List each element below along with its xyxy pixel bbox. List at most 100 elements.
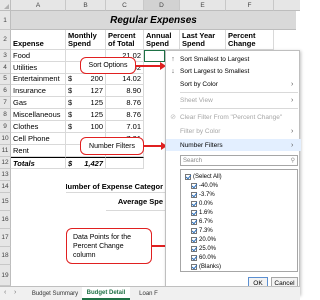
callout-number-filters: Number Filters xyxy=(80,137,144,155)
row-header[interactable]: 5 xyxy=(0,73,11,85)
totals-cell[interactable]: $1,427 xyxy=(66,157,106,169)
header-percent-change[interactable]: Percent Change xyxy=(226,30,274,50)
filter-item[interactable]: 6.7% xyxy=(191,218,213,227)
currency-symbol: $ xyxy=(68,110,73,119)
header-annual-spend[interactable]: Annual Spend xyxy=(144,30,180,50)
tab-loan[interactable]: Loan F xyxy=(132,287,165,300)
totals-label[interactable]: Totals xyxy=(11,157,66,169)
menu-sort-ascending[interactable]: ↑ Sort Smallest to Largest xyxy=(166,53,301,65)
menu-sheet-view[interactable]: Sheet View › xyxy=(166,94,301,106)
expense-cell[interactable]: Cell Phone xyxy=(11,133,66,145)
filter-item[interactable]: 7.3% xyxy=(191,227,213,236)
row-header[interactable]: 4 xyxy=(0,62,11,74)
filter-item[interactable]: 20.0% xyxy=(191,236,216,245)
monthly-cell[interactable]: $127 xyxy=(66,85,106,97)
checkbox-checked-icon[interactable] xyxy=(191,210,197,217)
row-header[interactable]: 11 xyxy=(0,145,11,157)
tab-next-icon[interactable]: › xyxy=(14,289,16,296)
tab-budget-detail[interactable]: Budget Detail xyxy=(82,287,130,300)
column-header-a[interactable]: A xyxy=(11,0,66,11)
tab-prev-icon[interactable]: ‹ xyxy=(4,289,6,296)
header-percent-of-total[interactable]: Percent of Total xyxy=(106,30,144,50)
filter-item[interactable]: 60.0% xyxy=(191,254,216,263)
header-expense[interactable]: Expense xyxy=(11,30,66,50)
select-all-corner[interactable] xyxy=(0,0,11,11)
tab-budget-summary[interactable]: Budget Summary xyxy=(30,287,80,300)
row-header[interactable]: 8 xyxy=(0,109,11,121)
monthly-value: 100 xyxy=(90,122,103,131)
row-header[interactable]: 10 xyxy=(0,133,11,145)
row-header[interactable]: 19 xyxy=(0,265,11,286)
sheet-title[interactable]: Regular Expenses xyxy=(11,11,296,30)
expense-cell[interactable]: Clothes xyxy=(11,121,66,133)
monthly-cell[interactable]: $100 xyxy=(66,121,106,133)
filter-item[interactable]: (Blanks) xyxy=(191,263,221,272)
row-header[interactable]: 2 xyxy=(0,30,11,50)
filter-item[interactable]: 1.6% xyxy=(191,209,213,218)
filter-item[interactable]: (Select All) xyxy=(185,173,222,182)
row-header[interactable]: 14 xyxy=(0,181,11,193)
menu-number-filters[interactable]: Number Filters › xyxy=(166,139,301,151)
column-header-f[interactable]: F xyxy=(226,0,274,11)
expense-cell[interactable]: Utilities xyxy=(11,62,66,74)
percent-cell[interactable]: 14.02 xyxy=(106,73,144,85)
filter-item[interactable]: -40.0% xyxy=(191,182,218,191)
checkbox-checked-icon[interactable] xyxy=(191,255,197,262)
column-header-b[interactable]: B xyxy=(66,0,106,11)
average-spend-label[interactable]: Average Spe xyxy=(106,193,165,211)
monthly-cell[interactable]: $125 xyxy=(66,109,106,121)
row-header[interactable]: 9 xyxy=(0,121,11,133)
expense-cell[interactable]: Insurance xyxy=(11,85,66,97)
checkbox-checked-icon[interactable] xyxy=(191,192,197,199)
checkbox-checked-icon[interactable] xyxy=(191,228,197,235)
filter-dropdown[interactable]: ↑ Sort Smallest to Largest ↓ Sort Larges… xyxy=(165,50,301,295)
checkbox-checked-icon[interactable] xyxy=(191,246,197,253)
percent-cell[interactable]: 8.90 xyxy=(106,85,144,97)
percent-cell[interactable]: 8.76 xyxy=(106,97,144,109)
totals-percent-cell[interactable] xyxy=(106,157,144,169)
header-monthly-spend[interactable]: Monthly Spend xyxy=(66,30,106,50)
row-header[interactable]: 15 xyxy=(0,193,11,211)
expense-cell[interactable]: Food xyxy=(11,50,66,62)
expense-cell[interactable]: Rent xyxy=(11,145,66,157)
header-last-year-spend[interactable]: Last Year Spend xyxy=(180,30,226,50)
filter-item[interactable]: 25.0% xyxy=(191,245,216,254)
checkbox-checked-icon[interactable] xyxy=(191,264,197,271)
expense-cell[interactable]: Miscellaneous xyxy=(11,109,66,121)
menu-sort-descending[interactable]: ↓ Sort Largest to Smallest xyxy=(166,65,301,77)
row-header[interactable]: 12 xyxy=(0,157,11,169)
percent-cell[interactable]: 7.01 xyxy=(106,121,144,133)
row-header[interactable]: 6 xyxy=(0,85,11,97)
checkbox-checked-icon[interactable] xyxy=(185,174,191,181)
checkbox-checked-icon[interactable] xyxy=(191,183,197,190)
row-header[interactable]: 13 xyxy=(0,169,11,181)
expense-cell[interactable]: Entertainment xyxy=(11,73,66,85)
filter-item[interactable]: -3.7% xyxy=(191,191,215,200)
selected-cell[interactable] xyxy=(144,50,165,62)
filter-search-input[interactable]: Search ⚲ xyxy=(180,155,298,166)
checkbox-checked-icon[interactable] xyxy=(191,237,197,244)
menu-clear-filter[interactable]: ⊘ Clear Filter From "Percent Change" xyxy=(166,111,301,123)
categories-count-label[interactable]: Number of Expense Categor xyxy=(66,181,165,193)
row-header[interactable]: 7 xyxy=(0,97,11,109)
row-header[interactable]: 17 xyxy=(0,229,11,247)
row-header[interactable]: 16 xyxy=(0,211,11,229)
column-header-c[interactable]: C xyxy=(106,0,144,11)
chevron-right-icon: › xyxy=(291,141,294,149)
checkbox-checked-icon[interactable] xyxy=(191,201,197,208)
expense-cell[interactable]: Gas xyxy=(11,97,66,109)
percent-cell[interactable]: 8.76 xyxy=(106,109,144,121)
menu-filter-by-color[interactable]: Filter by Color › xyxy=(166,125,301,137)
row-header[interactable]: 1 xyxy=(0,11,11,30)
row-header[interactable]: 3 xyxy=(0,50,11,62)
column-header-d[interactable]: D xyxy=(144,0,180,11)
row-header[interactable]: 18 xyxy=(0,247,11,265)
filter-values-list[interactable]: (Select All) -40.0% -3.7% 0.0% 1.6% 6.7%… xyxy=(180,169,298,272)
filter-item[interactable]: 0.0% xyxy=(191,200,213,209)
menu-label: Sort by Color xyxy=(180,80,218,88)
column-header-e[interactable]: E xyxy=(180,0,226,11)
checkbox-checked-icon[interactable] xyxy=(191,219,197,226)
menu-sort-by-color[interactable]: Sort by Color › xyxy=(166,78,301,90)
monthly-cell[interactable]: $125 xyxy=(66,97,106,109)
monthly-cell[interactable]: $200 xyxy=(66,73,106,85)
